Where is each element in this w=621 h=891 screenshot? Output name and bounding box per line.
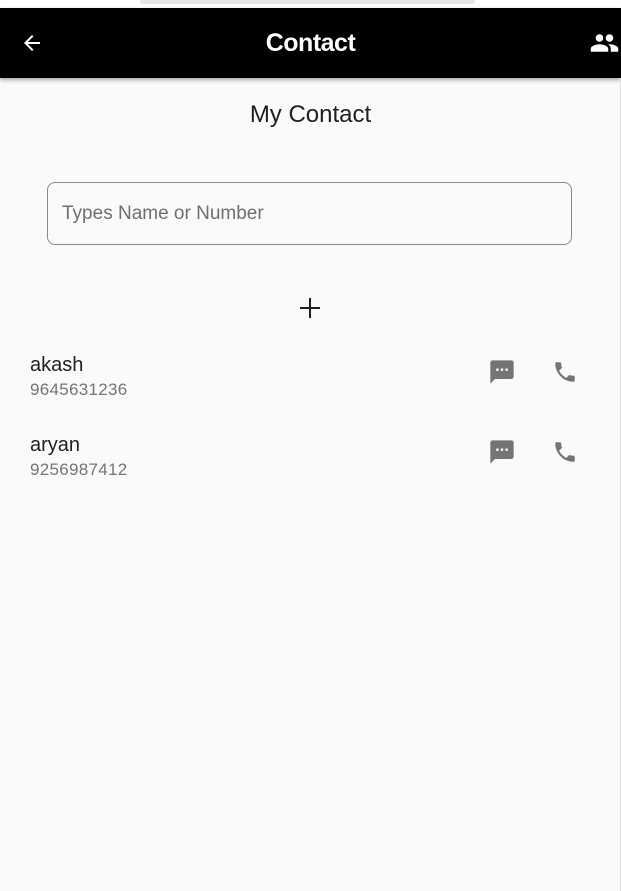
status-strip [0, 0, 621, 8]
message-button[interactable] [484, 434, 520, 470]
message-icon [490, 440, 514, 464]
contact-name: akash [30, 354, 84, 376]
message-icon [490, 360, 514, 384]
app-bar: Contact [0, 8, 621, 78]
contact-number: 9256987412 [30, 460, 128, 479]
app-bar-title: Contact [265, 29, 356, 57]
page-title: My Contact [249, 101, 372, 128]
people-icon [590, 34, 619, 52]
contact-name: aryan [30, 434, 81, 456]
contacts-button[interactable] [588, 25, 621, 61]
phone-icon [555, 442, 575, 462]
contact-number: 9645631236 [30, 380, 128, 399]
message-button[interactable] [484, 354, 520, 390]
status-notch [140, 0, 475, 4]
plus-icon [300, 298, 320, 318]
contact-row[interactable]: aryan 9256987412 [0, 434, 621, 494]
add-contact-button[interactable] [290, 288, 330, 328]
call-button[interactable] [547, 434, 583, 470]
search-input[interactable] [48, 183, 571, 244]
contact-row[interactable]: akash 9645631236 [0, 354, 621, 414]
phone-icon [555, 362, 575, 382]
call-button[interactable] [547, 354, 583, 390]
search-field[interactable] [47, 182, 572, 245]
